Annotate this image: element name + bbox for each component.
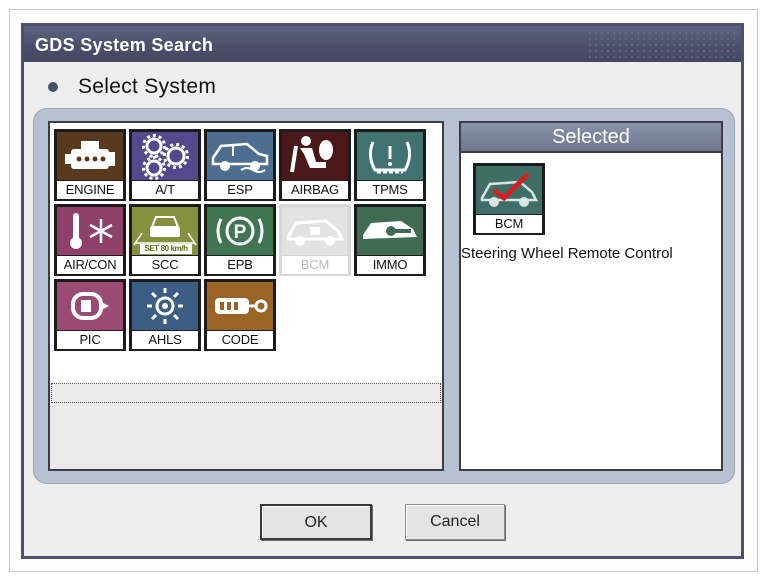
- tile-label: BCM: [282, 256, 348, 274]
- airbag-icon: [282, 132, 348, 180]
- tile-label: EPB: [207, 256, 273, 274]
- ok-button[interactable]: OK: [260, 504, 372, 540]
- bcm-checkmark-icon: [476, 166, 542, 214]
- focus-row[interactable]: [51, 383, 441, 403]
- system-tile-bcm: BCM: [279, 204, 351, 276]
- tile-label: AIR/CON: [57, 256, 123, 274]
- scc-sign-text: SET 80 km/h: [140, 244, 192, 254]
- system-panel: ENGINE A/T ESP AIRBAG TPMS AIR/CON SET 8…: [33, 108, 735, 484]
- tile-label: ESP: [207, 181, 273, 199]
- dialog-titlebar[interactable]: GDS System Search: [24, 26, 741, 62]
- section-heading: Select System: [48, 73, 216, 101]
- body-control-icon: [282, 207, 348, 255]
- esp-car-icon: [207, 132, 273, 180]
- tile-label: PIC: [57, 331, 123, 349]
- system-tile-esp[interactable]: ESP: [204, 129, 276, 201]
- system-tile-code[interactable]: CODE: [204, 279, 276, 351]
- selected-tile-bcm[interactable]: BCM: [473, 163, 545, 235]
- tile-label: ENGINE: [57, 181, 123, 199]
- smart-key-icon: [57, 282, 123, 330]
- titlebar-pattern: [587, 30, 737, 58]
- system-tile-aircon[interactable]: AIR/CON: [54, 204, 126, 276]
- tile-label: AIRBAG: [282, 181, 348, 199]
- svg-text:P: P: [234, 222, 247, 243]
- cruise-control-icon: SET 80 km/h: [132, 207, 198, 255]
- parking-brake-icon: P: [207, 207, 273, 255]
- system-tile-ahls[interactable]: AHLS: [129, 279, 201, 351]
- selected-description: Steering Wheel Remote Control: [461, 245, 673, 262]
- headlight-icon: [132, 282, 198, 330]
- engine-icon: [57, 132, 123, 180]
- selected-panel: Selected BCM Steering Wheel Remote Contr…: [459, 121, 723, 471]
- cancel-button[interactable]: Cancel: [405, 504, 505, 540]
- tile-label: IMMO: [357, 256, 423, 274]
- system-tile-pic[interactable]: PIC: [54, 279, 126, 351]
- tile-label: AHLS: [132, 331, 198, 349]
- system-tile-immo[interactable]: IMMO: [354, 204, 426, 276]
- tile-label: TPMS: [357, 181, 423, 199]
- code-key-icon: [207, 282, 273, 330]
- dialog-title: GDS System Search: [35, 35, 214, 55]
- system-tile-epb[interactable]: P EPB: [204, 204, 276, 276]
- list-footer: [50, 383, 442, 469]
- heading-text: Select System: [78, 75, 217, 98]
- tile-label: CODE: [207, 331, 273, 349]
- thermometer-snowflake-icon: [57, 207, 123, 255]
- gears-icon: [132, 132, 198, 180]
- tile-label: SCC: [132, 256, 198, 274]
- gds-system-search-dialog: GDS System Search Select System ENGINE A…: [21, 23, 744, 559]
- system-tile-engine[interactable]: ENGINE: [54, 129, 126, 201]
- selected-header: Selected: [461, 123, 721, 153]
- tile-label: BCM: [476, 215, 542, 233]
- tire-pressure-icon: [357, 132, 423, 180]
- system-tile-at[interactable]: A/T: [129, 129, 201, 201]
- system-tile-airbag[interactable]: AIRBAG: [279, 129, 351, 201]
- bullet-icon: [48, 82, 58, 92]
- key-car-icon: [357, 207, 423, 255]
- tile-label: A/T: [132, 181, 198, 199]
- system-list: ENGINE A/T ESP AIRBAG TPMS AIR/CON SET 8…: [48, 121, 444, 471]
- system-tile-tpms[interactable]: TPMS: [354, 129, 426, 201]
- system-tile-scc[interactable]: SET 80 km/h SCC: [129, 204, 201, 276]
